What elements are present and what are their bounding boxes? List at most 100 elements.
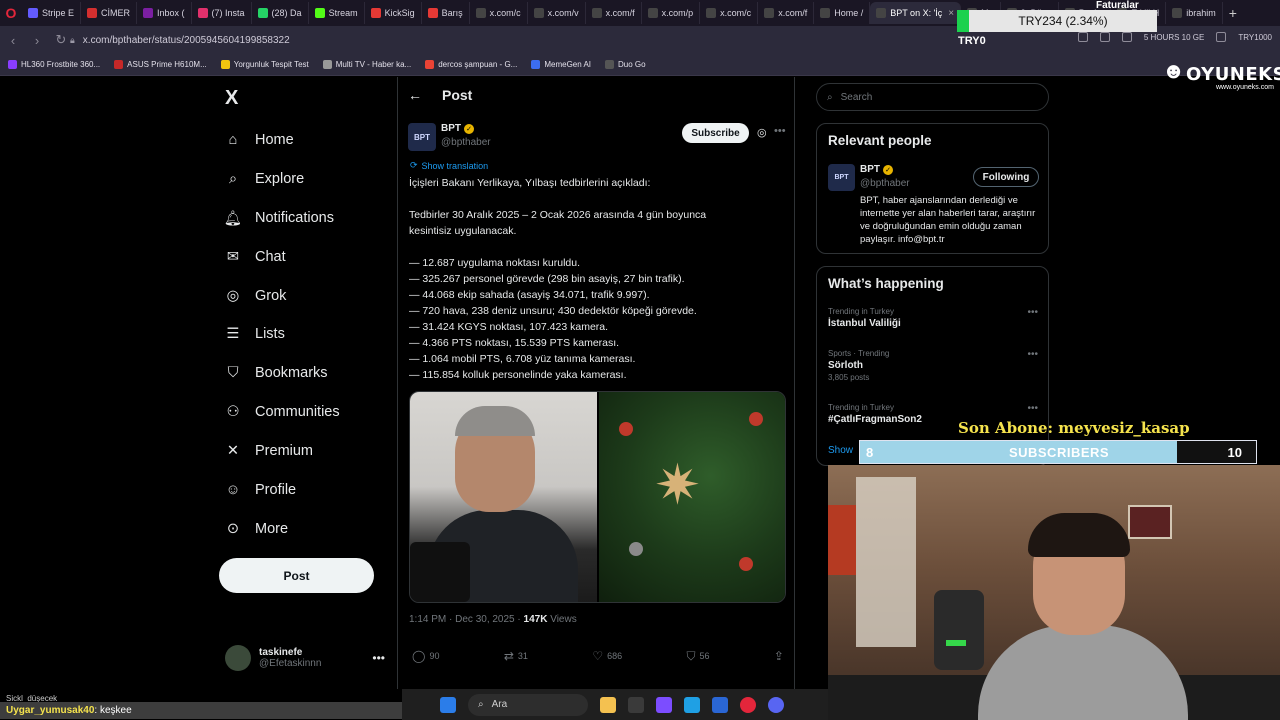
nav-item-notifications[interactable]: 🔔︎ Notifications bbox=[224, 203, 334, 233]
trend-item[interactable]: Trending in Turkey İstanbul Valiliği ••• bbox=[828, 307, 1038, 329]
browser-tab[interactable]: (7) Insta bbox=[192, 2, 252, 24]
browser-tab[interactable]: BPT on X: 'İç × bbox=[870, 2, 962, 24]
bookmark-button[interactable]: ⛉ 56 bbox=[687, 648, 710, 664]
edit-icon[interactable] bbox=[1077, 32, 1088, 42]
bookmark-item[interactable]: Multi TV - Haber ka... bbox=[322, 60, 411, 69]
new-tab-icon[interactable]: + bbox=[1223, 5, 1243, 21]
opera-icon[interactable] bbox=[740, 696, 756, 713]
tab-favicon-icon bbox=[820, 8, 831, 18]
store-icon[interactable] bbox=[712, 696, 728, 713]
camera-icon[interactable] bbox=[1099, 32, 1110, 42]
url-field[interactable]: 🔒︎ x.com/bpthaber/status/200594560419985… bbox=[70, 30, 950, 50]
reply-button[interactable]: ◯ 90 bbox=[412, 648, 439, 664]
more-dots-icon[interactable]: ••• bbox=[774, 125, 786, 137]
tab-close-icon[interactable]: × bbox=[948, 8, 954, 19]
widget-icon[interactable] bbox=[600, 696, 616, 713]
search-input[interactable]: ⌕ Search bbox=[816, 83, 1049, 111]
trend-item[interactable]: Sports · Trending Sörloth 3,805 posts ••• bbox=[828, 349, 1038, 382]
grok-icon[interactable]: ◎ bbox=[757, 126, 767, 139]
nav-item-lists[interactable]: ☰ Lists bbox=[225, 319, 285, 349]
browser-tab[interactable]: CİMER bbox=[81, 2, 138, 24]
nav-label: Notifications bbox=[255, 210, 334, 226]
bookmark-label: dercos şampuan - G... bbox=[438, 60, 518, 69]
nav-item-chat[interactable]: ✉ Chat bbox=[225, 242, 286, 272]
nav-item-premium[interactable]: ✕ Premium bbox=[225, 436, 313, 466]
relevant-handle[interactable]: @bpthaber bbox=[860, 178, 910, 189]
browser-tab[interactable]: ibrahim bbox=[1166, 2, 1223, 24]
browser-tab[interactable]: Stripe E bbox=[22, 2, 82, 24]
minister-photo[interactable] bbox=[410, 392, 597, 602]
bookmark-item[interactable]: dercos şampuan - G... bbox=[425, 60, 517, 69]
reload-icon[interactable]: ↻ bbox=[54, 32, 68, 48]
x-logo-icon[interactable]: X bbox=[225, 87, 238, 110]
shield-icon[interactable] bbox=[1121, 32, 1132, 42]
browser-tab[interactable]: KickSig bbox=[365, 2, 422, 24]
like-button[interactable]: ♡ 686 bbox=[592, 648, 622, 664]
nav-item-more[interactable]: ⊙ More bbox=[225, 514, 288, 544]
bookmark-count: 56 bbox=[699, 651, 710, 661]
nav-item-explore[interactable]: ⌕ Explore bbox=[225, 164, 304, 194]
browser-tab[interactable]: Barış bbox=[422, 2, 470, 24]
bookmark-icon: ⛉ bbox=[686, 648, 696, 663]
nav-item-bookmarks[interactable]: ⛉ Bookmarks bbox=[225, 358, 328, 388]
copilot-icon[interactable] bbox=[656, 696, 672, 713]
browser-tab[interactable]: (28) Da bbox=[252, 2, 309, 24]
browser-tab[interactable]: x.com/c bbox=[470, 2, 528, 24]
back-arrow-icon[interactable]: ← bbox=[408, 87, 422, 103]
relevant-avatar[interactable]: BPT bbox=[828, 164, 855, 191]
oyuneks-mascot-icon: ☻ bbox=[1162, 58, 1186, 83]
browser-tab[interactable]: x.com/v bbox=[528, 2, 586, 24]
more-dots-icon[interactable]: ••• bbox=[1027, 349, 1038, 360]
back-icon[interactable]: ‹ bbox=[6, 33, 20, 48]
browser-tab[interactable]: x.com/p bbox=[642, 2, 701, 24]
author-handle[interactable]: @bpthaber bbox=[441, 137, 491, 148]
faturalar-label: Faturalar bbox=[1096, 0, 1139, 11]
author-name[interactable]: BPT ✓ bbox=[441, 123, 474, 134]
relevant-name-text: BPT bbox=[860, 164, 880, 175]
tab-label: ibrahim bbox=[1186, 8, 1216, 18]
post-timestamp[interactable]: 1:14 PM · Dec 30, 2025 · bbox=[409, 614, 524, 625]
post-button[interactable]: Post bbox=[219, 558, 374, 593]
bookmark-item[interactable]: Duo Go bbox=[605, 60, 646, 69]
post-media[interactable]: ✷ bbox=[409, 391, 786, 603]
lock-icon: 🔒︎ bbox=[70, 34, 75, 45]
more-dots-icon[interactable]: ••• bbox=[1027, 307, 1038, 318]
bookmark-item[interactable]: Yorgunluk Tespit Test bbox=[220, 60, 309, 69]
more-dots-icon[interactable]: ••• bbox=[372, 651, 385, 665]
show-translation-link[interactable]: ⟳ Show translation bbox=[410, 160, 488, 171]
browser-tab[interactable]: x.com/f bbox=[586, 2, 642, 24]
bookmark-item[interactable]: ASUS Prime H610M... bbox=[114, 60, 207, 69]
page-title: Post bbox=[442, 87, 473, 103]
nav-item-communities[interactable]: ⚇ Communities bbox=[225, 397, 340, 427]
windows-start-icon[interactable] bbox=[440, 696, 456, 713]
forward-icon[interactable]: › bbox=[30, 33, 44, 48]
nav-item-profile[interactable]: ☺ Profile bbox=[225, 475, 297, 505]
repost-button[interactable]: ⇄ 31 bbox=[504, 648, 528, 664]
following-button[interactable]: Following bbox=[973, 167, 1039, 187]
account-icon[interactable] bbox=[1216, 32, 1227, 42]
share-button[interactable]: ⇪ bbox=[774, 648, 784, 664]
edge-icon[interactable] bbox=[684, 696, 700, 713]
nav-item-grok[interactable]: ◎ Grok bbox=[225, 281, 287, 311]
bookmark-item[interactable]: HL360 Frostbite 360... bbox=[8, 60, 100, 69]
subscribe-button[interactable]: Subscribe bbox=[682, 123, 749, 143]
browser-tab[interactable]: x.com/f bbox=[758, 2, 815, 24]
browser-tab[interactable]: Stream bbox=[309, 2, 365, 24]
show-more-link[interactable]: Show bbox=[828, 445, 853, 456]
christmas-tree-photo[interactable]: ✷ bbox=[599, 392, 785, 602]
author-avatar[interactable]: BPT bbox=[408, 123, 436, 151]
author-name-text: BPT bbox=[441, 123, 461, 134]
taskbar-search[interactable]: ⌕ Ara bbox=[468, 693, 588, 716]
browser-tab[interactable]: Home / bbox=[814, 2, 871, 24]
more-dots-icon[interactable]: ••• bbox=[1027, 403, 1038, 414]
browser-tab[interactable]: x.com/c bbox=[700, 2, 759, 24]
browser-tab[interactable]: Inbox ( bbox=[137, 2, 192, 24]
account-switcher[interactable]: taskinefe @Efetaskinnn ••• bbox=[225, 643, 385, 673]
discord-icon[interactable] bbox=[768, 696, 784, 713]
trend-context: Sports · Trending bbox=[828, 349, 890, 358]
relevant-name[interactable]: BPT ✓ bbox=[860, 164, 893, 175]
bookmark-item[interactable]: MemeGen AI bbox=[531, 60, 591, 69]
task-view-icon[interactable] bbox=[628, 696, 644, 713]
nav-item-home[interactable]: ⌂ Home bbox=[225, 125, 294, 155]
opera-logo-icon[interactable]: O bbox=[0, 0, 22, 26]
